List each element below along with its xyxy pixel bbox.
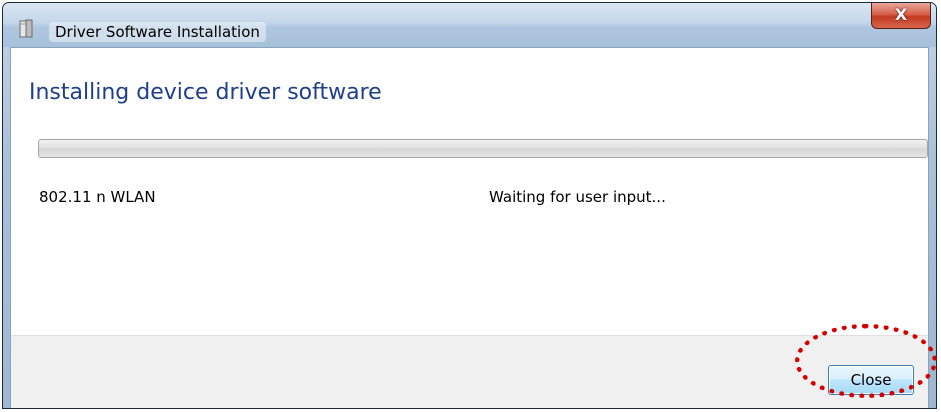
- device-name: 802.11 n WLAN: [39, 188, 156, 206]
- window-title: Driver Software Installation: [49, 22, 266, 42]
- driver-install-window: Driver Software Installation X Installin…: [2, 2, 937, 409]
- dialog-footer: Close: [11, 335, 928, 408]
- device-status: Waiting for user input...: [489, 188, 666, 206]
- driver-box-icon: [19, 19, 33, 38]
- dialog-content: Installing device driver software 802.11…: [10, 47, 929, 408]
- window-close-button[interactable]: X: [871, 3, 931, 29]
- title-bar[interactable]: Driver Software Installation X: [3, 3, 936, 47]
- close-button[interactable]: Close: [828, 365, 914, 395]
- page-title: Installing device driver software: [29, 80, 382, 105]
- install-progress-bar: [38, 139, 928, 158]
- close-x-icon: X: [894, 5, 908, 24]
